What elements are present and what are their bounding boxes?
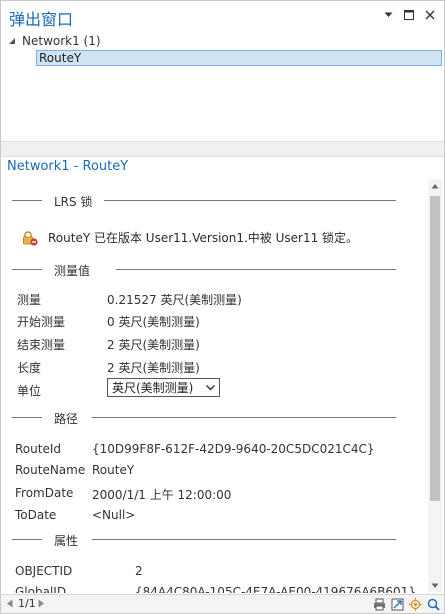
unit-label: 单位 <box>17 384 42 398</box>
pane-splitter[interactable] <box>1 141 444 157</box>
scrollbar-thumb[interactable] <box>430 196 440 501</box>
chevron-down-icon <box>206 385 215 391</box>
objectid-label: OBJECTID <box>15 564 73 578</box>
section-measures: 测量值 <box>12 262 396 279</box>
detail-content: LRS 锁 RouteY 已在版本 User11.Version1.中被 Use… <box>2 179 428 593</box>
globalid-label: GlobalID <box>15 585 67 593</box>
section-measures-label: 测量值 <box>46 262 99 279</box>
from-measure-label: 开始测量 <box>17 315 66 329</box>
objectid-value: 2 <box>135 564 143 578</box>
bottom-toolbar: 1/1 <box>1 594 444 613</box>
vertical-scrollbar[interactable] <box>428 179 442 593</box>
to-date-value: <Null> <box>92 508 136 522</box>
detail-title: Network1 - RouteY <box>7 159 129 174</box>
title-bar: 弹出窗口 <box>1 1 444 31</box>
page-indicator: 1/1 <box>18 597 36 610</box>
to-date-label: ToDate <box>15 508 57 522</box>
length-label: 长度 <box>17 361 42 375</box>
tree-item-network1-label: Network1 (1) <box>22 34 101 48</box>
to-measure-label: 结束测量 <box>17 338 66 352</box>
previous-feature-icon[interactable] <box>6 599 13 608</box>
measure-value: 0.21527 英尺(美制测量) <box>107 293 242 307</box>
tree-item-routey[interactable]: RouteY <box>36 50 442 66</box>
scroll-up-icon[interactable] <box>431 183 439 189</box>
pane-title: 弹出窗口 <box>9 10 74 29</box>
close-icon[interactable] <box>424 9 436 21</box>
bottom-tools <box>372 597 440 611</box>
unit-select-value: 英尺(美制测量) <box>112 381 194 395</box>
section-attributes: 属性 <box>12 532 396 549</box>
from-date-label: FromDate <box>15 486 74 500</box>
chevron-down-icon[interactable] <box>382 9 394 21</box>
route-name-label: RouteName <box>15 463 86 477</box>
to-measure-value: 2 英尺(美制测量) <box>107 338 200 352</box>
feature-tree: Network1 (1) RouteY <box>1 31 444 141</box>
section-route-label: 路径 <box>46 410 87 427</box>
unit-select[interactable]: 英尺(美制测量) <box>107 378 220 397</box>
scroll-down-icon[interactable] <box>431 583 439 589</box>
zoom-to-icon[interactable] <box>426 597 440 611</box>
measure-label: 测量 <box>17 293 42 307</box>
export-icon[interactable] <box>390 597 404 611</box>
lock-message: RouteY 已在版本 User11.Version1.中被 User11 锁定… <box>48 231 359 245</box>
length-value: 2 英尺(美制测量) <box>107 361 200 375</box>
from-date-value: 2000/1/1 上午 12:00:00 <box>92 488 232 502</box>
expand-triangle-icon[interactable] <box>8 37 16 45</box>
section-attributes-label: 属性 <box>46 532 87 549</box>
tree-item-network1[interactable]: Network1 (1) <box>8 34 101 48</box>
globalid-value: {84A4C80A-105C-4E7A-AE00-419676A6B601} <box>135 585 416 593</box>
flash-feature-icon[interactable] <box>408 597 422 611</box>
print-icon[interactable] <box>372 597 386 611</box>
from-measure-value: 0 英尺(美制测量) <box>107 315 200 329</box>
route-id-label: RouteId <box>15 442 61 456</box>
popup-pane: 弹出窗口 Network1 (1) RouteY Network1 - Rout… <box>0 0 445 614</box>
next-feature-icon[interactable] <box>38 599 45 608</box>
section-lrs-lock: LRS 锁 <box>12 193 396 210</box>
route-name-value: RouteY <box>92 463 135 477</box>
maximize-icon[interactable] <box>403 9 415 21</box>
route-id-value: {10D99F8F-612F-42D9-9640-20C5DC021C4C} <box>92 442 375 456</box>
section-lrs-lock-label: LRS 锁 <box>46 193 101 210</box>
section-route: 路径 <box>12 410 396 427</box>
lock-icon <box>23 230 38 246</box>
title-bar-controls <box>382 9 436 21</box>
lock-info: RouteY 已在版本 User11.Version1.中被 User11 锁定… <box>22 229 358 246</box>
